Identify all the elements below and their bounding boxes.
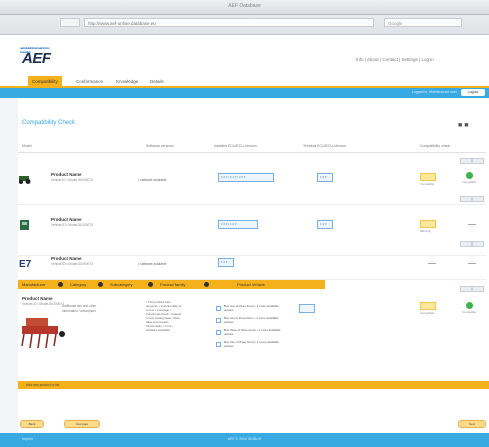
badge-label: Compatible [420,182,435,186]
option-label: Box one of three items • 1 more availabl… [224,304,279,312]
col-software: Software versions [146,144,174,148]
window-title: AEF Database [228,3,261,9]
option-label: Box four of three items • 1 more availab… [224,340,279,348]
table-row[interactable]: Product Name Vehicle-ID • Model-ID/20007… [18,154,486,205]
row-action-1[interactable] [460,158,472,164]
option-checkbox[interactable] [216,306,221,311]
option-label: Box three of three items • 1 more availa… [224,328,281,336]
expanded-product-id: Vehicle-ID • Model-ID/200073 [22,302,64,306]
software-status: • software available [138,262,167,266]
crumb-product-vehicle[interactable]: Product Vehicle [237,282,265,287]
badge-label: Warning [420,229,431,233]
crumb-dropdown-icon[interactable] [58,281,63,287]
left-margin [0,98,18,433]
no-result-dash [468,263,476,264]
no-result-dash [468,224,476,225]
badge-label: Compatible [420,311,435,315]
add-product-label: Add new product to list [26,383,60,387]
terminal-version-select[interactable]: 1.0 ▾ [317,173,333,182]
logo-tagline: agricultural industry electronics founda… [20,46,50,54]
option-checkbox[interactable] [216,318,221,323]
page-title: Compatibility Check [22,120,76,126]
logout-button[interactable]: Logout [461,89,485,96]
installed-version-select[interactable]: 1.0 ▾ [218,258,234,267]
product-description: Additional info and other information / … [62,304,97,313]
terminal-version-select[interactable]: 1.0 ▾ [317,220,333,229]
expanded-version-select[interactable] [299,304,315,313]
expanded-product-name[interactable]: Product Name [22,296,53,301]
no-result-dash [428,263,436,264]
browser-toolbar: AEF Database http://www.aef-online.datab… [0,0,489,35]
crumb-dropdown-icon[interactable] [98,281,103,287]
product-thumbnail [18,172,32,184]
installed-version-select[interactable]: 2.0 ▾ | 1.0 ▾ [218,220,258,229]
footer: Imprint AEF © 2010 ISOBUS [0,433,489,447]
aef-logo[interactable]: agricultural industry electronics founda… [20,46,51,67]
warning-badge[interactable] [420,220,436,228]
row-action-2[interactable] [472,286,484,292]
check-label: Compatible [462,180,477,184]
next-button[interactable]: Next [458,420,486,428]
header-divider [18,152,486,153]
software-status: • software available [138,178,167,182]
crumb-dropdown-icon[interactable] [204,281,209,287]
product-id: Vehicle-ID • Model-ID/200073 [51,262,93,266]
product-thumbnail [18,219,32,231]
col-installed: Installed ECU/ECU-Version [214,144,257,148]
col-check: Compatibility check [420,144,451,148]
title-bar: AEF Database [0,0,489,15]
compatibility-badge[interactable] [420,173,436,181]
footer-copyright: AEF © 2010 ISOBUS [227,437,262,441]
row-action-4[interactable] [472,196,484,202]
login-bar: Logged in: Maintenance user Logout [0,88,489,98]
option-checkbox[interactable] [216,330,221,335]
compatibility-badge[interactable] [420,302,436,310]
product-name[interactable]: Product Name [51,172,82,177]
expanded-product: Product Name Vehicle-ID • Model-ID/20007… [18,286,486,376]
svg-text:E7: E7 [19,259,32,269]
product-name[interactable]: Product Name [51,217,82,222]
view-icons: ■ ■ [458,122,468,129]
row-action-2[interactable] [472,158,484,164]
col-terminal: Terminal ECU/ECU-Version [303,144,346,148]
login-status: Logged in: Maintenance user [411,90,457,94]
product-id: Vehicle-ID • Model-ID/200073 [51,178,93,182]
crumb-category[interactable]: Category [70,282,86,287]
crumb-manufacturer[interactable]: Manufacturer [22,282,46,287]
option-checkbox[interactable] [216,342,221,347]
product-thumbnail: E7 [18,257,32,270]
seeder-image [18,310,66,350]
feature-list: • This product also supports: • Function… [146,300,182,332]
address-bar[interactable]: http://www.aef-online.database.eu [84,18,374,27]
check-label: Compatible [462,310,477,314]
crumb-dropdown-icon[interactable] [148,281,153,287]
search-input[interactable]: Google [384,18,462,27]
table-row[interactable]: E7 Product Name Vehicle-ID • Model-ID/20… [18,247,486,280]
row-action-1[interactable] [460,286,472,292]
row-action-3[interactable] [460,196,472,202]
back-forward-buttons[interactable] [60,18,80,27]
check-ok-icon [466,172,473,179]
crumb-product-family[interactable]: Product family [160,282,185,287]
print-icon[interactable]: ■ [458,122,462,129]
add-product-bar[interactable]: Add new product to list [18,381,489,389]
product-id: Vehicle-ID • Model-ID/200073 [51,223,93,227]
option-label: Box two of three items • 1 more availabl… [224,316,279,324]
crumb-subcategory[interactable]: Subcategory [110,282,132,287]
breadcrumb: Manufacturer Category Subcategory Produc… [18,280,325,289]
browser-window: AEF Database http://www.aef-online.datab… [0,0,489,447]
compare-button[interactable]: Compare [64,420,100,428]
installed-version-select[interactable]: 1.0 ▾ | 2.1 ▾ | 2.0 ▾ [218,173,274,182]
breadcrumb-current: Product Vehicle [237,280,385,289]
product-name[interactable]: Product Name [51,256,82,261]
col-model: Model [22,144,32,148]
top-links[interactable]: Info | About | Contact | Settings | Log … [356,57,434,62]
check-ok-icon [466,302,473,309]
settings-icon[interactable]: ■ [464,122,468,129]
back-button[interactable]: Back [20,420,44,428]
